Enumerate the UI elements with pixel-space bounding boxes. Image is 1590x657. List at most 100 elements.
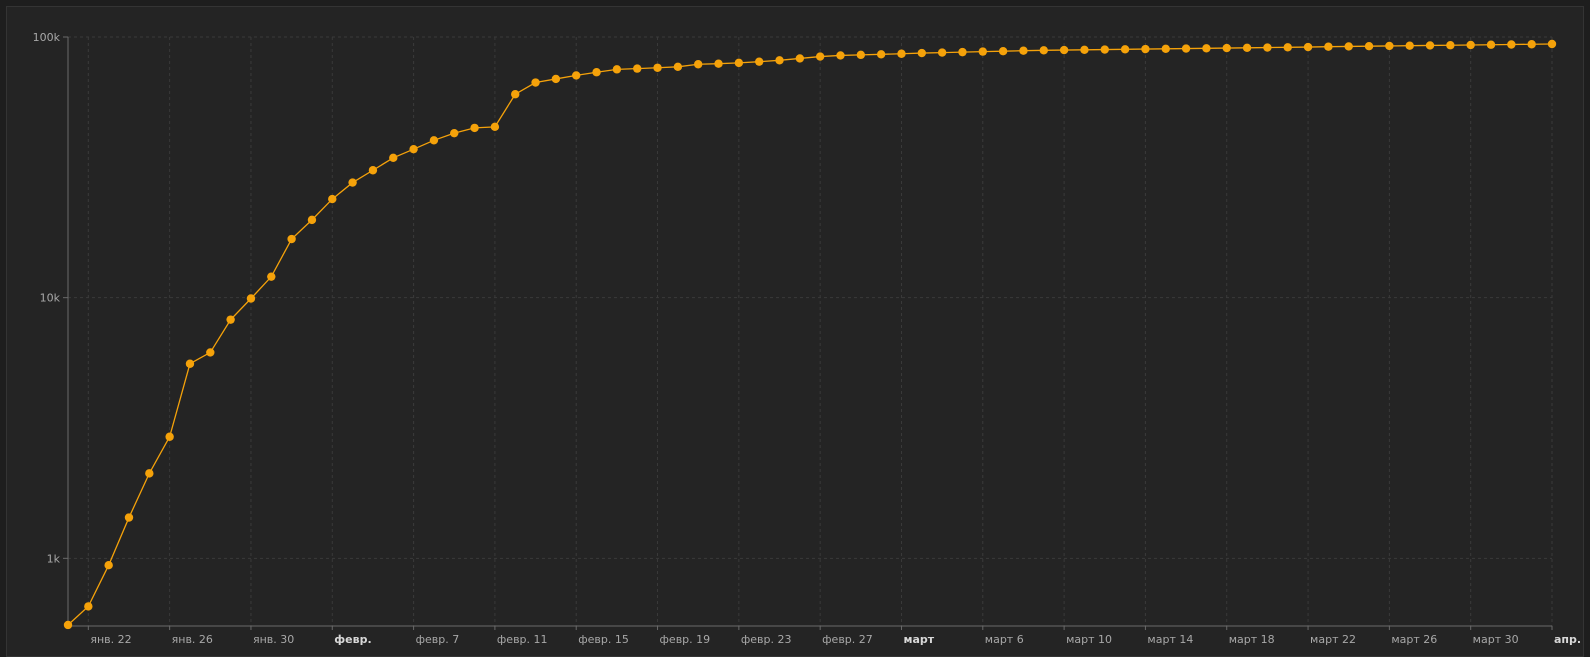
data-point (795, 54, 805, 63)
data-point (226, 315, 235, 324)
data-point (653, 63, 662, 72)
data-point (937, 48, 947, 57)
data-point (368, 166, 378, 175)
axes (67, 37, 1552, 627)
y-tick-label: 10k (40, 292, 61, 305)
data-point (1202, 44, 1211, 53)
x-axis-ticks: янв. 22 янв. 26 янв. 30 февр. февр. 7 февр. 1… (87, 626, 1581, 646)
data-point (104, 561, 113, 570)
x-tick-label: март 18 (1229, 633, 1275, 646)
data-point (1344, 42, 1353, 51)
data-point (592, 68, 601, 77)
series-group (63, 39, 1557, 630)
data-point (917, 48, 927, 58)
data-point (714, 59, 723, 68)
data-point (206, 348, 215, 357)
data-point (1141, 44, 1150, 54)
data-point (1385, 41, 1394, 51)
data-point (1303, 42, 1313, 52)
line-chart: 100k 10k 1k янв. 22 янв. 26 янв. 30 февр. февр… (33, 31, 1581, 646)
data-point (165, 432, 174, 441)
data-point (1466, 40, 1475, 50)
data-point (1405, 41, 1414, 50)
y-axis-ticks: 100k 10k 1k (33, 31, 68, 565)
x-tick-label: март 26 (1391, 633, 1437, 646)
data-point (267, 272, 276, 281)
data-point (348, 178, 357, 187)
data-point (1486, 40, 1496, 49)
x-tick-label: февр. 7 (416, 633, 460, 646)
data-point (1039, 46, 1048, 55)
data-point (1181, 44, 1191, 53)
data-point (307, 215, 317, 225)
data-point (1161, 44, 1170, 53)
data-point (572, 71, 581, 80)
data-point (1364, 41, 1374, 51)
series-line (67, 43, 1553, 626)
data-point (1324, 42, 1333, 51)
data-point (409, 144, 418, 154)
data-point (673, 62, 683, 72)
data-point (1507, 40, 1516, 49)
data-point (876, 50, 886, 59)
x-tick-label: февр. 11 (497, 633, 548, 646)
data-point (450, 128, 459, 138)
data-point (1283, 43, 1292, 52)
data-point (958, 47, 967, 57)
data-point (734, 58, 744, 68)
data-point (978, 47, 987, 56)
x-tick-label: апр. (1554, 633, 1581, 646)
data-point (1059, 45, 1069, 55)
data-point (531, 78, 540, 87)
data-point (1547, 39, 1557, 49)
data-point (389, 153, 398, 163)
x-tick-label: февр. 19 (660, 633, 711, 646)
data-point (145, 469, 154, 478)
grid-lines (68, 36, 1553, 626)
data-point (815, 52, 825, 61)
data-point (1080, 45, 1089, 55)
data-point (429, 136, 439, 145)
x-tick-label: февр. 27 (822, 633, 873, 646)
data-point (754, 57, 764, 66)
data-point (511, 90, 520, 99)
data-point (84, 602, 93, 611)
x-tick-label: март 30 (1473, 633, 1519, 646)
x-tick-label: февр. 15 (578, 633, 629, 646)
y-tick-label: 1k (47, 552, 61, 565)
x-tick-label: февр. 23 (741, 633, 792, 646)
data-point (328, 194, 337, 204)
data-point (1242, 43, 1252, 52)
x-tick-label: март (903, 633, 934, 646)
x-tick-label: янв. 22 (90, 633, 131, 646)
data-point (633, 64, 642, 73)
data-point (470, 123, 479, 133)
x-tick-label: янв. 26 (172, 633, 213, 646)
data-point (185, 359, 195, 368)
data-point (1120, 45, 1130, 54)
data-point (1425, 41, 1435, 50)
x-tick-label: февр. (334, 633, 371, 646)
data-point (856, 50, 866, 60)
x-tick-label: янв. 30 (253, 633, 294, 646)
data-point (1019, 46, 1028, 55)
y-tick-label: 100k (33, 31, 61, 44)
data-point (246, 294, 256, 303)
data-point (1100, 45, 1109, 54)
data-point (1527, 40, 1536, 49)
data-point (897, 49, 906, 58)
data-point (693, 60, 703, 69)
data-point (1222, 43, 1231, 53)
x-tick-label: март 14 (1147, 633, 1193, 646)
data-point (998, 47, 1008, 56)
data-point (490, 122, 500, 132)
x-tick-label: март 22 (1310, 633, 1356, 646)
data-point (1446, 41, 1455, 50)
data-point (1263, 43, 1272, 52)
data-point (63, 620, 73, 630)
data-point (287, 234, 296, 244)
data-point (124, 513, 134, 522)
x-tick-label: март 10 (1066, 633, 1112, 646)
data-point (836, 51, 845, 60)
data-point (775, 56, 784, 65)
